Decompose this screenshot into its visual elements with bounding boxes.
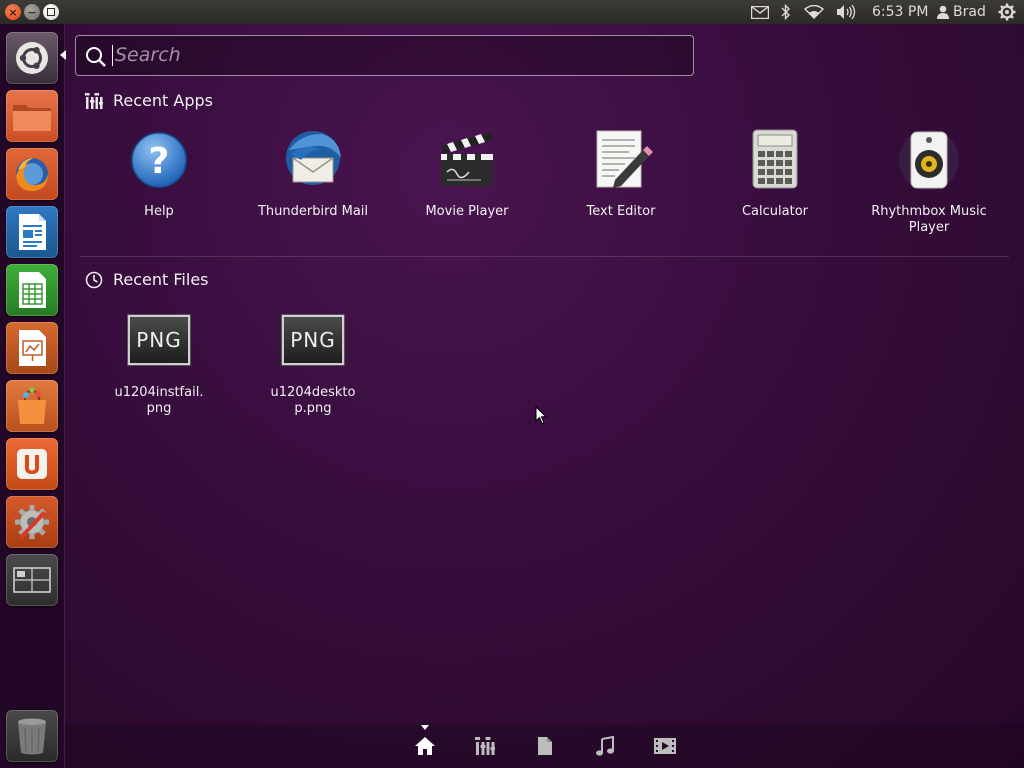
recent-apps-title: Recent Apps: [113, 91, 213, 110]
maximize-icon: [47, 8, 55, 16]
volume-icon: [837, 4, 856, 20]
applications-category-icon: [85, 92, 103, 109]
clock-icon: [85, 271, 103, 288]
home-lens-button[interactable]: [413, 734, 437, 758]
home-lens-icon: [415, 737, 435, 755]
recent-files-header[interactable]: Recent Files: [85, 270, 209, 289]
files-lens-icon: [538, 737, 552, 755]
files-lens-button[interactable]: [533, 734, 557, 758]
thunderbird-icon: [286, 131, 341, 185]
session-gear-icon: [998, 3, 1016, 21]
trash-icon: [18, 718, 46, 755]
recent-apps-header[interactable]: Recent Apps: [85, 91, 213, 110]
launcher: [0, 24, 66, 768]
maximize-window-button[interactable]: [43, 4, 59, 20]
app-tile-calculator[interactable]: Calculator: [705, 128, 845, 220]
app-tile-help[interactable]: ? Help: [89, 128, 229, 220]
file-label: u1204instfail.png: [114, 385, 204, 416]
file-tile-u1204instfail[interactable]: PNG u1204instfail.png: [89, 315, 229, 417]
search-icon: [86, 47, 106, 67]
video-lens-icon: [654, 738, 676, 754]
active-lens-marker: [421, 725, 429, 730]
bluetooth-icon: [781, 4, 790, 20]
search-input[interactable]: [112, 45, 682, 66]
music-lens-button[interactable]: [593, 734, 617, 758]
impress-icon: [19, 330, 46, 366]
shopping-bag-icon: [18, 387, 46, 424]
launcher-software-center[interactable]: [6, 380, 58, 432]
app-label: Help: [144, 204, 174, 219]
launcher-trash[interactable]: [6, 710, 58, 762]
workspaces-icon: [13, 567, 51, 593]
user-name: Brad: [953, 4, 986, 20]
app-label: Text Editor: [586, 204, 656, 219]
app-label: Rhythmbox Music Player: [871, 204, 987, 235]
launcher-libreoffice-impress[interactable]: [6, 322, 58, 374]
ubuntu-one-icon: [17, 449, 47, 479]
settings-icon: [15, 505, 49, 539]
recent-files-title: Recent Files: [113, 270, 209, 289]
app-tile-movie-player[interactable]: Movie Player: [397, 128, 537, 220]
section-divider: [80, 256, 1009, 257]
launcher-libreoffice-calc[interactable]: [6, 264, 58, 316]
launcher-system-settings[interactable]: [6, 496, 58, 548]
launcher-active-arrow: [60, 50, 66, 60]
user-icon: [937, 5, 949, 19]
png-badge: PNG: [136, 328, 182, 352]
launcher-ubuntu-one[interactable]: [6, 438, 58, 490]
firefox-icon: [16, 158, 48, 192]
calc-icon: [19, 272, 46, 308]
applications-lens-button[interactable]: [473, 734, 497, 758]
ubuntu-logo-icon: [16, 42, 48, 74]
text-editor-icon: [596, 130, 653, 188]
launcher-libreoffice-writer[interactable]: [6, 206, 58, 258]
sound-indicator[interactable]: [836, 0, 856, 24]
mouse-cursor-icon: [535, 406, 547, 425]
session-menu[interactable]: [998, 0, 1016, 24]
writer-icon: [19, 214, 46, 250]
app-tile-rhythmbox[interactable]: Rhythmbox Music Player: [859, 128, 999, 236]
svg-text:?: ?: [149, 141, 170, 182]
app-label: Calculator: [741, 204, 808, 219]
app-tile-thunderbird[interactable]: Thunderbird Mail: [243, 128, 383, 220]
user-menu[interactable]: Brad: [937, 0, 986, 24]
png-badge: PNG: [290, 328, 336, 352]
clapperboard-icon: [441, 132, 493, 186]
video-lens-button[interactable]: [653, 734, 677, 758]
help-icon: ?: [131, 132, 187, 188]
minimize-window-button[interactable]: −: [24, 4, 40, 20]
app-label: Thunderbird Mail: [257, 204, 369, 219]
png-file-icon: PNG: [128, 315, 190, 365]
mail-icon: [751, 5, 769, 19]
messaging-indicator[interactable]: [751, 0, 769, 24]
png-file-icon: PNG: [282, 315, 344, 365]
music-lens-icon: [596, 736, 614, 756]
app-label: Movie Player: [425, 204, 509, 219]
calculator-icon: [752, 129, 798, 189]
minimize-icon: −: [27, 5, 37, 19]
bluetooth-indicator[interactable]: [781, 0, 791, 24]
file-tile-u1204desktop[interactable]: PNG u1204desktop.png: [243, 315, 383, 417]
rhythmbox-icon: [899, 130, 959, 190]
close-icon: ×: [8, 5, 18, 19]
launcher-firefox[interactable]: [6, 148, 58, 200]
launcher-home-folder[interactable]: [6, 90, 58, 142]
dash-search-box: [75, 35, 694, 76]
folder-icon: [13, 105, 51, 131]
top-panel: × − 6:53 PM Brad: [0, 0, 1024, 24]
file-label: u1204desktop.png: [270, 385, 356, 416]
launcher-dash-home[interactable]: [6, 32, 58, 84]
applications-lens-icon: [475, 737, 495, 755]
launcher-workspace-switcher[interactable]: [6, 554, 58, 606]
app-tile-text-editor[interactable]: Text Editor: [551, 128, 691, 220]
clock[interactable]: 6:53 PM: [872, 0, 928, 24]
network-indicator[interactable]: [804, 0, 824, 24]
wifi-icon: [804, 5, 824, 19]
close-window-button[interactable]: ×: [5, 4, 21, 20]
